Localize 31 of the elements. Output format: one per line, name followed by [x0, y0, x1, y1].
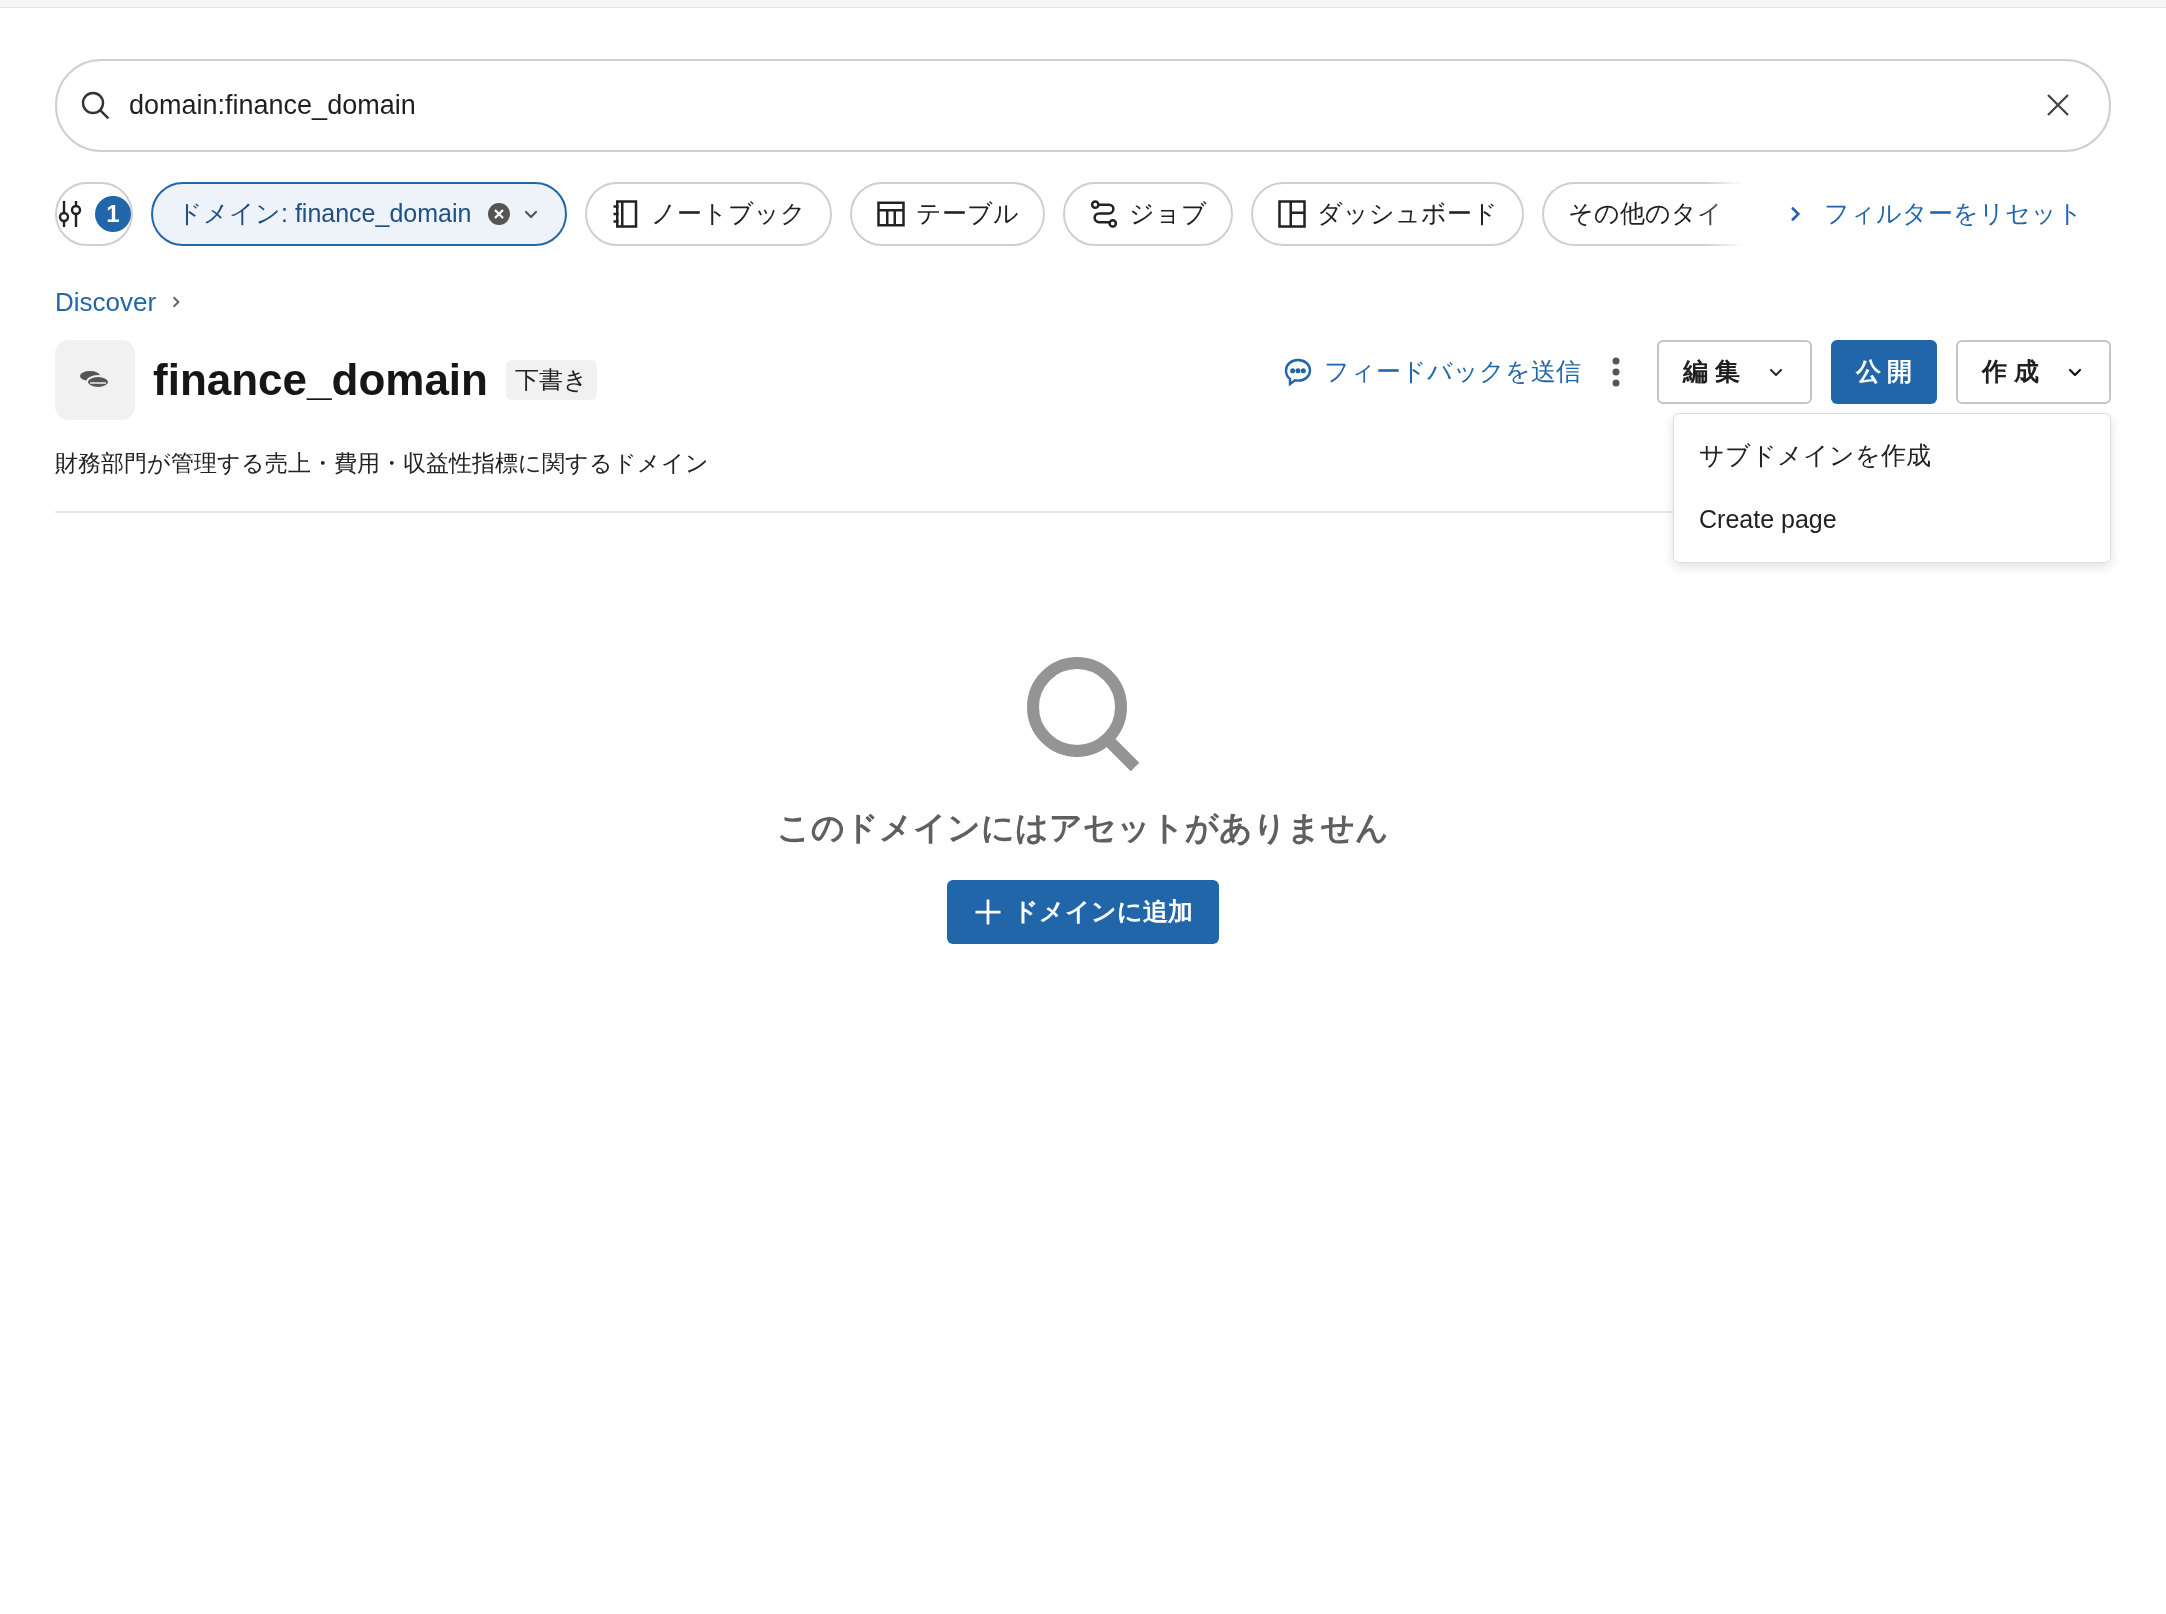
menu-item[interactable]: サブドメインを作成 [1674, 424, 2110, 488]
breadcrumb-link[interactable]: Discover [55, 282, 157, 322]
menu-item[interactable]: Create page [1674, 488, 2110, 552]
filter-chip[interactable]: ジョブ [1063, 182, 1234, 246]
publish-button[interactable]: 公 開 [1831, 340, 1937, 404]
page-title: finance_domain [153, 354, 488, 406]
chat-icon [1282, 356, 1314, 388]
empty-message: このドメインにはアセットがありません [777, 807, 1389, 848]
filter-chip[interactable]: ドメイン: finance_domain [151, 182, 568, 246]
reset-filters-link[interactable]: フィルターをリセット [1824, 195, 2084, 233]
plus-icon [973, 897, 1003, 927]
dropdown-button[interactable]: 編 集 [1657, 340, 1812, 404]
search-icon [79, 89, 111, 121]
filter-chip[interactable]: その他のタイ [1542, 182, 1743, 246]
dropdown-button[interactable]: 作 成 [1956, 340, 2111, 404]
filter-button[interactable]: 1 [55, 182, 133, 246]
workflow-icon [1089, 199, 1120, 229]
dashboard-icon [1277, 199, 1308, 229]
status-badge: 下書き [505, 360, 597, 400]
filter-chip[interactable]: テーブル [850, 182, 1046, 246]
add-to-domain-button[interactable]: ドメインに追加 [947, 880, 1219, 944]
sliders-icon [57, 198, 83, 230]
clear-icon [487, 202, 512, 226]
table-icon [876, 199, 907, 229]
domain-description: 財務部門が管理する売上・費用・収益性指標に関するドメイン [55, 449, 709, 478]
search-field[interactable]: domain:finance_domain [55, 59, 2111, 152]
count-badge: 1 [95, 196, 131, 232]
filter-chip[interactable]: ダッシュボード [1251, 182, 1525, 246]
filter-chip[interactable]: ノートブック [585, 182, 833, 246]
more-options-icon[interactable] [1611, 357, 1621, 387]
feedback-link[interactable]: フィードバックを送信 [1282, 353, 1581, 391]
